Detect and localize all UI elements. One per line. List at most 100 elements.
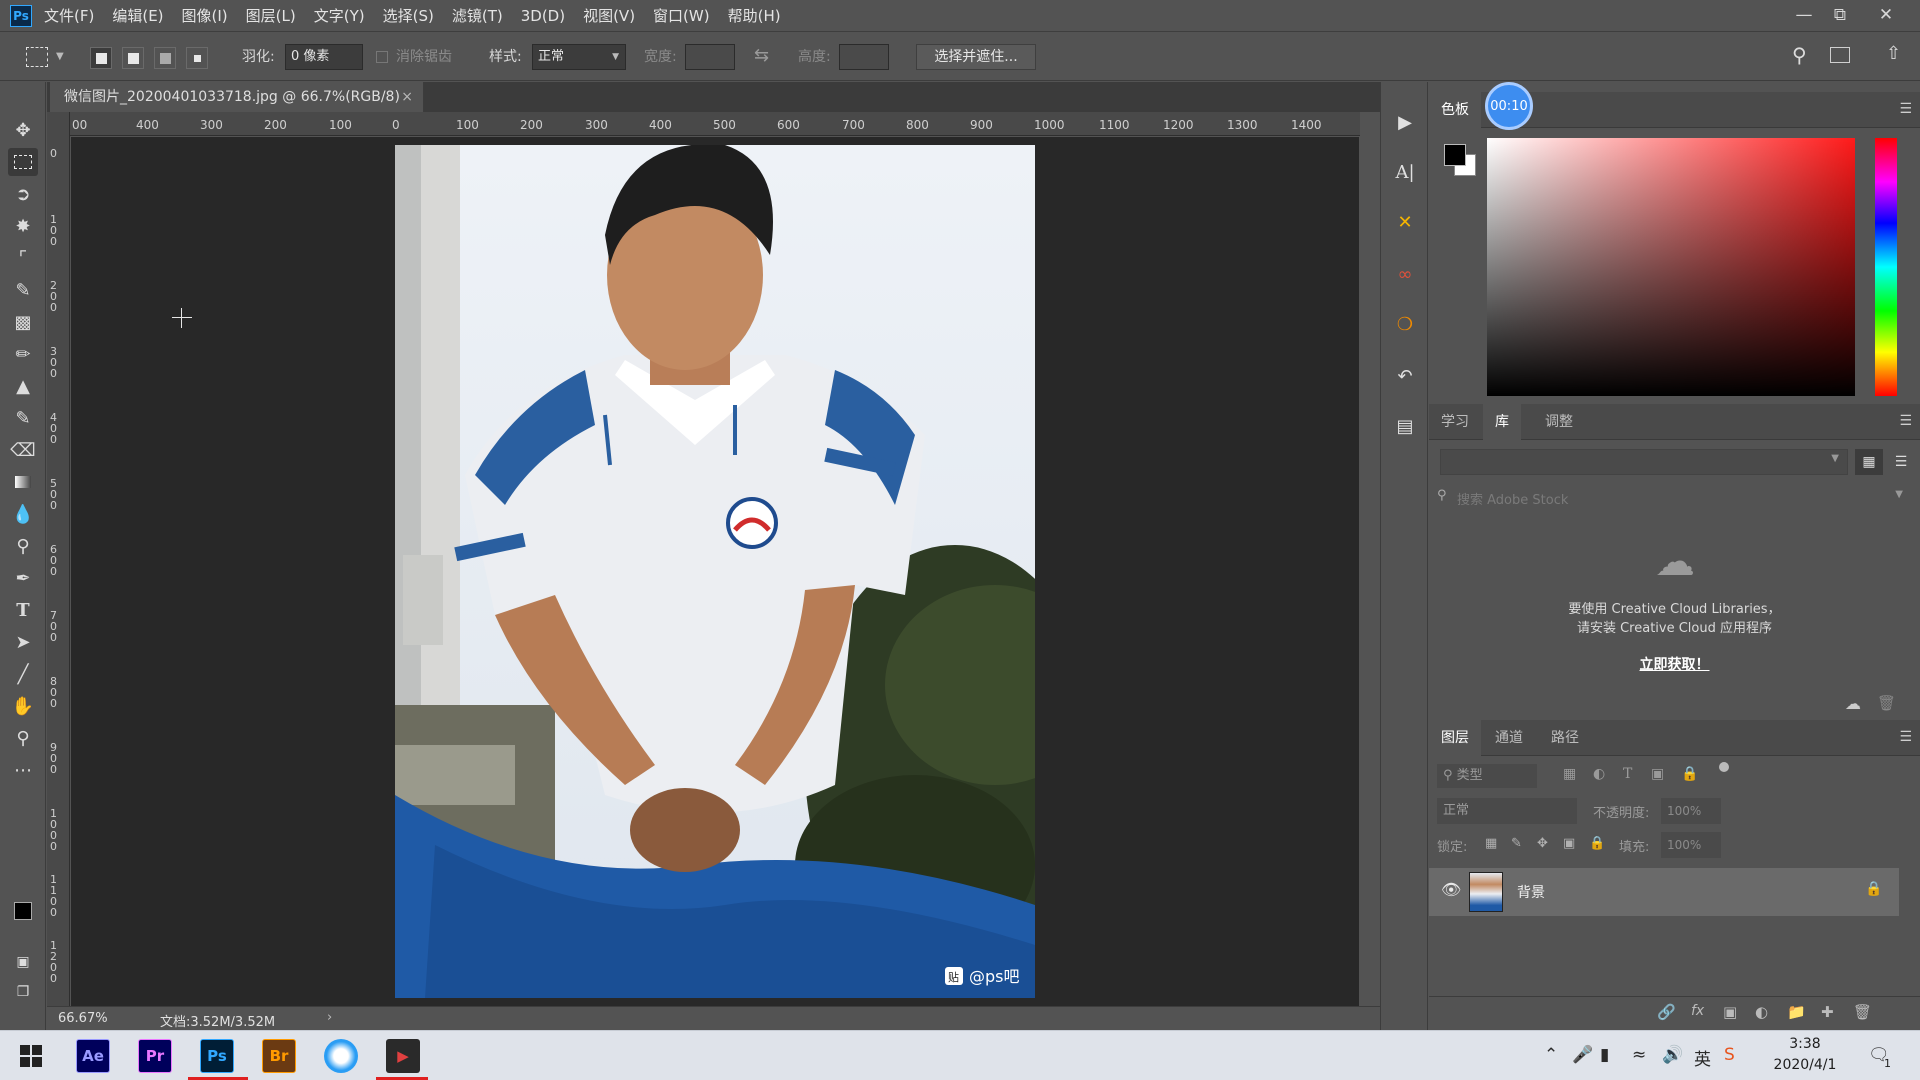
battery-icon[interactable]: ▮ [1600, 1045, 1609, 1065]
wifi-icon[interactable]: ≈ [1632, 1045, 1646, 1065]
delete-layer-icon[interactable]: 🗑 [1853, 1003, 1872, 1021]
path-select-tool-icon[interactable]: ➤ [8, 628, 38, 656]
new-group-icon[interactable]: 📁 [1787, 1003, 1806, 1021]
chevron-right-icon[interactable]: › [327, 1010, 332, 1025]
eraser-tool-icon[interactable]: ⌫ [8, 436, 38, 464]
lock-paint-icon[interactable]: ✎ [1511, 836, 1522, 851]
swap-icon[interactable]: ⇆ [754, 45, 769, 66]
library-select[interactable]: ▼ [1440, 449, 1848, 475]
blend-mode-select[interactable]: 正常 [1437, 798, 1577, 824]
plugin-cube-icon[interactable]: ❍ [1391, 310, 1419, 338]
trash-icon[interactable]: 🗑 [1877, 694, 1896, 712]
video-player-icon[interactable]: ▶ [386, 1039, 420, 1073]
sogou-ime-icon[interactable]: S [1724, 1045, 1735, 1065]
stock-search-input[interactable]: ⚲ 搜索 Adobe Stock ▼ [1437, 486, 1907, 510]
quick-select-tool-icon[interactable]: ✸ [8, 212, 38, 240]
select-and-mask-button[interactable]: 选择并遮住... [916, 44, 1036, 70]
menu-edit[interactable]: 编辑(E) [112, 5, 163, 26]
grid-view-icon[interactable]: ▦ [1855, 449, 1883, 475]
properties-icon[interactable]: ▤ [1391, 412, 1419, 440]
tab-paths[interactable]: 路径 [1539, 720, 1591, 756]
taskbar-br[interactable]: Br [262, 1039, 296, 1073]
document-tab[interactable]: 微信图片_20200401033718.jpg @ 66.7%(RGB/8) × [50, 82, 424, 112]
filter-shape-icon[interactable]: ▣ [1651, 766, 1664, 782]
gradient-tool-icon[interactable] [8, 468, 38, 496]
minimize-icon[interactable]: — [1786, 0, 1822, 30]
subtract-selection-icon[interactable] [154, 47, 176, 69]
menu-view[interactable]: 视图(V) [583, 5, 635, 26]
height-input[interactable] [839, 44, 889, 70]
volume-icon[interactable]: 🔊 [1662, 1045, 1683, 1065]
filter-smart-icon[interactable]: 🔒 [1681, 766, 1698, 782]
more-tools-icon[interactable]: ⋯ [8, 756, 38, 784]
list-view-icon[interactable]: ☰ [1887, 449, 1915, 475]
crop-tool-icon[interactable]: ⌜ [8, 244, 38, 272]
opacity-input[interactable]: 100% [1661, 798, 1721, 824]
screen-mode-icon[interactable]: ❐ [8, 978, 38, 1006]
play-actions-icon[interactable]: ▶ [1391, 108, 1419, 136]
tab-libraries[interactable]: 库 [1483, 404, 1521, 440]
fx-icon[interactable]: fx [1691, 1003, 1704, 1019]
brush-tool-icon[interactable]: ✏ [8, 340, 38, 368]
restore-icon[interactable]: ⧉ [1822, 0, 1858, 30]
tab-swatches[interactable]: 色板 [1429, 92, 1481, 128]
add-mask-icon[interactable]: ▣ [1723, 1003, 1737, 1021]
clock-date[interactable]: 2020/4/1 [1760, 1057, 1850, 1073]
lock-position-icon[interactable]: ✥ [1537, 836, 1548, 851]
tab-channels[interactable]: 通道 [1483, 720, 1535, 756]
intersect-selection-icon[interactable] [186, 47, 208, 69]
new-layer-icon[interactable]: ✚ [1821, 1003, 1834, 1021]
character-panel-icon[interactable]: A| [1391, 158, 1419, 186]
menu-layer[interactable]: 图层(L) [246, 5, 296, 26]
filter-pixel-icon[interactable]: ▦ [1563, 766, 1576, 782]
pen-tool-icon[interactable]: ✒ [8, 564, 38, 592]
search-icon[interactable]: ⚲ [1792, 43, 1807, 67]
menu-help[interactable]: 帮助(H) [728, 5, 781, 26]
width-input[interactable] [685, 44, 735, 70]
panel-menu-icon[interactable]: ☰ [1899, 101, 1912, 117]
windows-start-icon[interactable] [20, 1045, 42, 1067]
blur-tool-icon[interactable]: 💧 [8, 500, 38, 528]
browser-icon[interactable] [324, 1039, 358, 1073]
microphone-icon[interactable]: 🎤 [1572, 1045, 1593, 1065]
add-selection-icon[interactable] [122, 47, 144, 69]
menu-window[interactable]: 窗口(W) [653, 5, 710, 26]
tray-expand-icon[interactable]: ⌃ [1544, 1045, 1558, 1065]
zoom-tool-icon[interactable]: ⚲ [8, 724, 38, 752]
foreground-color-swatch[interactable] [14, 902, 32, 920]
hue-slider[interactable] [1875, 138, 1897, 396]
link-layers-icon[interactable]: 🔗 [1657, 1003, 1676, 1021]
panel-menu-icon[interactable]: ☰ [1899, 413, 1912, 429]
eyedropper-tool-icon[interactable]: ✎ [8, 276, 38, 304]
new-selection-icon[interactable] [90, 47, 112, 69]
layer-filter-select[interactable]: ⚲ 类型 [1437, 764, 1537, 788]
filter-adjustment-icon[interactable]: ◐ [1593, 766, 1605, 782]
panel-menu-icon[interactable]: ☰ [1899, 729, 1912, 745]
filter-toggle-icon[interactable] [1719, 762, 1729, 772]
antialias-checkbox[interactable] [376, 51, 388, 63]
foreground-color-chip[interactable] [1444, 144, 1466, 166]
share-icon[interactable]: ⇧ [1886, 43, 1901, 64]
history-brush-tool-icon[interactable]: ✎ [8, 404, 38, 432]
plugin-tools-icon[interactable]: ✕ [1391, 208, 1419, 236]
cloud-sync-icon[interactable]: ☁ [1845, 694, 1861, 713]
close-window-icon[interactable]: ✕ [1868, 0, 1904, 30]
color-picker-field[interactable] [1487, 138, 1855, 396]
stamp-tool-icon[interactable]: ▲ [8, 372, 38, 400]
ime-indicator[interactable]: 英 [1694, 1045, 1711, 1070]
feather-input[interactable]: 0 像素 [285, 44, 363, 70]
workspace-icon[interactable] [1830, 47, 1850, 63]
menu-type[interactable]: 文字(Y) [314, 5, 365, 26]
lock-transparent-icon[interactable]: ▦ [1485, 836, 1497, 851]
lock-all-icon[interactable]: 🔒 [1589, 836, 1605, 851]
line-tool-icon[interactable]: ╱ [8, 660, 38, 688]
taskbar-ae[interactable]: Ae [76, 1039, 110, 1073]
layer-name[interactable]: 背景 [1517, 882, 1545, 902]
get-cc-link[interactable]: 立即获取！ [1429, 654, 1920, 674]
tab-layers[interactable]: 图层 [1429, 720, 1481, 756]
rect-marquee-tool-icon[interactable] [8, 148, 38, 176]
eye-visibility-icon[interactable]: 👁 [1441, 880, 1461, 899]
dodge-tool-icon[interactable]: ⚲ [8, 532, 38, 560]
menu-image[interactable]: 图像(I) [182, 5, 228, 26]
clock-time[interactable]: 3:38 [1760, 1036, 1850, 1052]
